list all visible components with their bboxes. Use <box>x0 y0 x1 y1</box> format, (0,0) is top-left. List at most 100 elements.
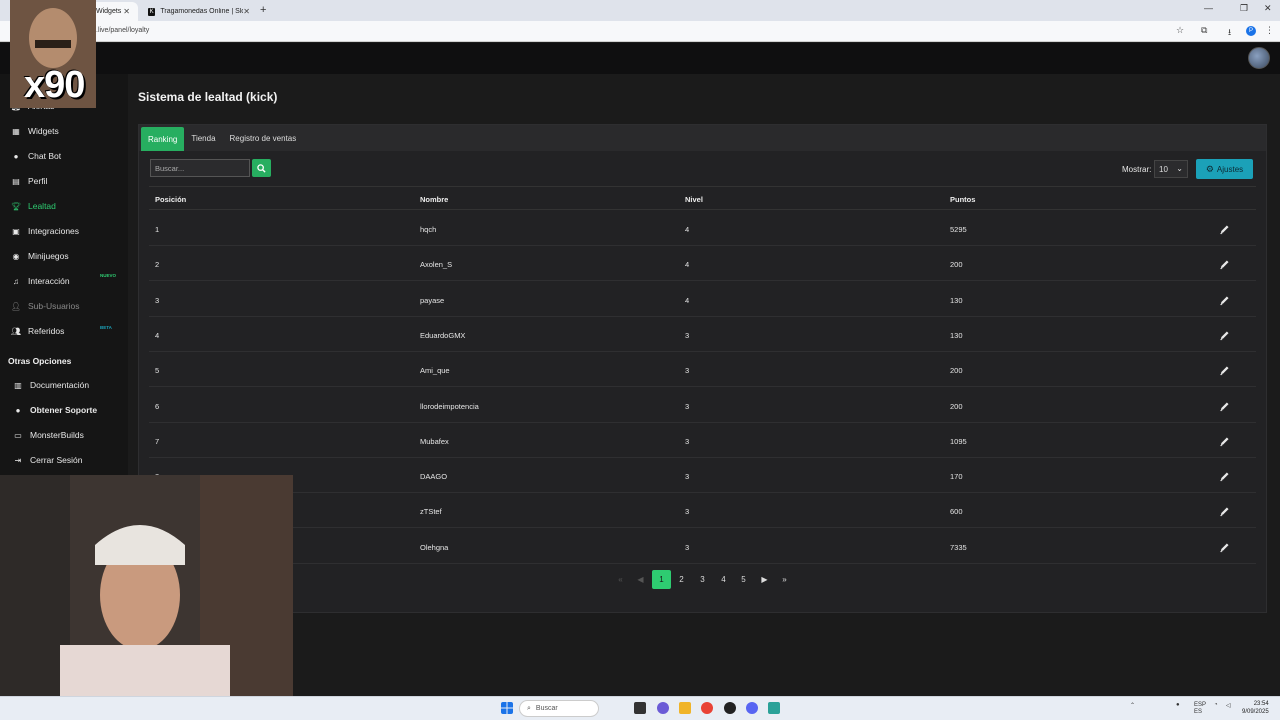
grid-icon: ▦ <box>12 126 20 136</box>
table-row: 2 Axolen_S 4 200 <box>149 246 1256 282</box>
page-link-5[interactable]: 5 <box>734 570 753 589</box>
cell-name: Mubafex <box>420 436 449 446</box>
table-row: 3 payase 4 130 <box>149 282 1256 317</box>
book-icon: ▥ <box>14 380 22 390</box>
avatar[interactable] <box>1248 47 1270 69</box>
edit-icon[interactable] <box>1219 469 1231 482</box>
maximize-icon[interactable]: ❐ <box>1240 3 1248 14</box>
tray-chevron-icon[interactable]: ⌃ <box>1130 702 1135 709</box>
windows-start-icon[interactable] <box>501 702 513 714</box>
download-icon[interactable]: ⭳ <box>1228 25 1231 41</box>
clock-time: 23:54 <box>1253 701 1269 707</box>
minimize-icon[interactable]: — <box>1204 3 1213 13</box>
tab-tienda[interactable]: Tienda <box>184 125 222 151</box>
cell-level: 3 <box>685 366 690 376</box>
cell-name: llorodeimpotencia <box>420 401 479 411</box>
sidebar-item-documentacion[interactable]: ▥ Documentación <box>0 374 128 396</box>
discord-icon[interactable] <box>746 702 758 714</box>
edit-icon[interactable] <box>1219 540 1231 552</box>
cell-position: 7 <box>155 436 160 446</box>
table-row: 8DAAGO3170 <box>149 458 1256 494</box>
page-link-4[interactable]: 4 <box>714 570 733 589</box>
sidebar-item-label: Referidos <box>28 326 65 336</box>
language-indicator[interactable]: ESP ES <box>1194 702 1206 716</box>
edit-icon[interactable] <box>1219 328 1231 340</box>
edit-icon[interactable] <box>1219 434 1231 446</box>
settings-button[interactable]: ⚙ Ajustes <box>1196 159 1253 179</box>
page-link-3[interactable]: 3 <box>693 570 712 589</box>
address-bar: .live/panel/loyalty ☆ ⧉ ⭳ P ⋮ <box>0 21 1280 42</box>
search-input[interactable] <box>150 159 250 177</box>
language-code: ESP <box>1194 702 1207 708</box>
tab-registro-de-ventas[interactable]: Registro de ventas <box>223 125 304 151</box>
page-link-1[interactable]: 1 <box>652 570 671 589</box>
close-tab-icon[interactable]: ✕ <box>243 7 250 16</box>
close-tab-icon[interactable]: ✕ <box>123 7 130 16</box>
next-page-icon[interactable]: ▶ <box>755 570 774 589</box>
table-row: 4 EduardoGMX 3 130 <box>149 317 1256 352</box>
sidebar-item-label: Minijuegos <box>28 251 69 261</box>
cell-level: 3 <box>685 542 690 552</box>
chrome-icon[interactable] <box>701 702 713 714</box>
browser-tab-slots[interactable]: K Tragamonedas Online | Slots c... ✕ <box>140 2 258 21</box>
search-button[interactable] <box>252 159 271 177</box>
sidebar-item-chat-bot[interactable]: ● Chat Bot <box>0 145 128 167</box>
wifi-icon[interactable]: ◔ <box>1214 702 1218 708</box>
webcam-overlay <box>0 475 293 720</box>
first-page-icon[interactable]: « <box>611 570 630 589</box>
file-explorer-icon[interactable] <box>679 702 691 714</box>
browser-profile-icon[interactable]: P <box>1246 26 1256 36</box>
sidebar-item-obtener-soporte[interactable]: ● Obtener Soporte <box>0 399 128 421</box>
cell-position: 5 <box>155 366 160 376</box>
tab-ranking[interactable]: Ranking <box>141 127 185 151</box>
cell-level: 3 <box>685 401 690 411</box>
url-field[interactable]: .live/panel/loyalty <box>96 27 149 34</box>
sidebar-item-interaccion[interactable]: ♫ Interacción NUEVO <box>0 270 128 292</box>
extensions-icon[interactable]: ⧉ <box>1201 25 1207 36</box>
page-size-select[interactable]: 10 ⌄ <box>1154 160 1188 178</box>
sidebar-item-cerrar-sesion[interactable]: ⇥ Cerrar Sesión <box>0 449 128 471</box>
clock-date: 9/09/2025 <box>1242 709 1269 715</box>
edit-icon[interactable] <box>1219 257 1231 270</box>
cell-points: 200 <box>950 401 963 411</box>
sidebar-item-minijuegos[interactable]: ◉ Minijuegos <box>0 245 128 267</box>
edit-icon[interactable] <box>1219 293 1231 305</box>
task-view-icon[interactable] <box>634 702 646 714</box>
cell-name: hqch <box>420 225 437 234</box>
taskbar-search[interactable]: ⌕ Buscar <box>519 700 599 717</box>
microphone-icon[interactable]: ● <box>1176 702 1180 708</box>
edit-icon[interactable] <box>1219 222 1231 235</box>
volume-icon[interactable]: ◁ <box>1226 702 1231 709</box>
cell-points: 1095 <box>950 436 967 446</box>
clock[interactable]: 23:54 9/09/2025 <box>1242 700 1269 716</box>
sidebar-item-referidos[interactable]: 👥︎ Referidos BETA <box>0 320 128 342</box>
star-icon[interactable]: ☆ <box>1176 25 1184 36</box>
cell-position: 1 <box>155 225 160 234</box>
beta-badge: BETA <box>100 325 112 330</box>
edit-icon[interactable] <box>1219 399 1231 411</box>
sidebar-item-monsterbuilds[interactable]: ▭ MonsterBuilds <box>0 424 128 446</box>
cell-level: 3 <box>685 472 690 482</box>
last-page-icon[interactable]: » <box>775 570 794 589</box>
cell-name: DAAGO <box>420 472 448 482</box>
obs-icon[interactable] <box>724 702 736 714</box>
prev-page-icon[interactable]: ◀ <box>631 570 650 589</box>
app-icon[interactable] <box>768 702 780 714</box>
cell-position: 3 <box>155 295 160 305</box>
sidebar-item-widgets[interactable]: ▦ Widgets <box>0 120 128 142</box>
edit-icon[interactable] <box>1219 363 1231 376</box>
browser-menu-icon[interactable]: ⋮ <box>1265 25 1274 36</box>
new-tab-icon[interactable]: + <box>260 4 266 16</box>
browser-tab-bar: Widgets ✕ K Tragamonedas Online | Slots … <box>0 0 1280 21</box>
copilot-icon[interactable] <box>657 702 669 714</box>
sidebar-item-integraciones[interactable]: ▣ Integraciones <box>0 220 128 242</box>
page-link-2[interactable]: 2 <box>672 570 691 589</box>
close-window-icon[interactable]: ✕ <box>1264 3 1272 14</box>
sidebar-item-perfil[interactable]: ▤ Perfil <box>0 170 128 192</box>
users-icon: 👥︎ <box>10 326 22 336</box>
sidebar-item-lealtad[interactable]: 🏆︎ Lealtad <box>0 195 128 217</box>
app-header <box>0 43 1280 74</box>
edit-icon[interactable] <box>1219 504 1231 517</box>
cell-points: 5295 <box>950 225 967 234</box>
sidebar-item-sub-usuarios[interactable]: 👤︎ Sub-Usuarios <box>0 295 128 317</box>
